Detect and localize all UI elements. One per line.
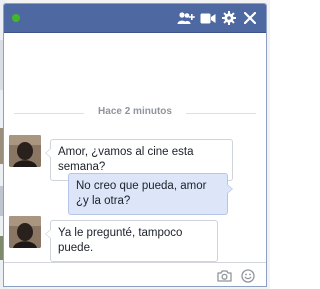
message-composer <box>4 262 266 286</box>
online-status-indicator <box>12 14 20 22</box>
emoji-icon[interactable] <box>240 268 256 284</box>
chat-window: Hace 2 minutos Amor, ¿vamos al cine esta… <box>3 3 267 287</box>
message-text: No creo que pueda, amor ¿y la otra? <box>76 180 207 207</box>
gear-icon[interactable] <box>219 8 239 28</box>
message-input[interactable] <box>10 267 214 285</box>
page: Hace 2 minutos Amor, ¿vamos al cine esta… <box>0 0 270 289</box>
message-bubble-outgoing[interactable]: No creo que pueda, amor ¿y la otra? <box>68 173 233 215</box>
video-call-icon[interactable] <box>198 8 218 28</box>
timestamp-label: Hace 2 minutos <box>98 106 172 117</box>
add-friends-icon[interactable] <box>176 8 196 28</box>
close-icon[interactable] <box>240 8 260 28</box>
contact-avatar[interactable] <box>9 216 41 248</box>
contact-avatar[interactable] <box>9 135 41 167</box>
message-text: Amor, ¿vamos al cine esta semana? <box>58 146 194 173</box>
message-list[interactable]: Hace 2 minutos Amor, ¿vamos al cine esta… <box>4 33 266 262</box>
timestamp-divider: Hace 2 minutos <box>4 105 266 121</box>
message-text: Ya le pregunté, tampoco puede. <box>58 227 183 254</box>
chat-titlebar[interactable] <box>4 4 266 33</box>
message-bubble-incoming[interactable]: Ya le pregunté, tampoco puede. <box>45 220 218 262</box>
camera-icon[interactable] <box>216 268 232 284</box>
